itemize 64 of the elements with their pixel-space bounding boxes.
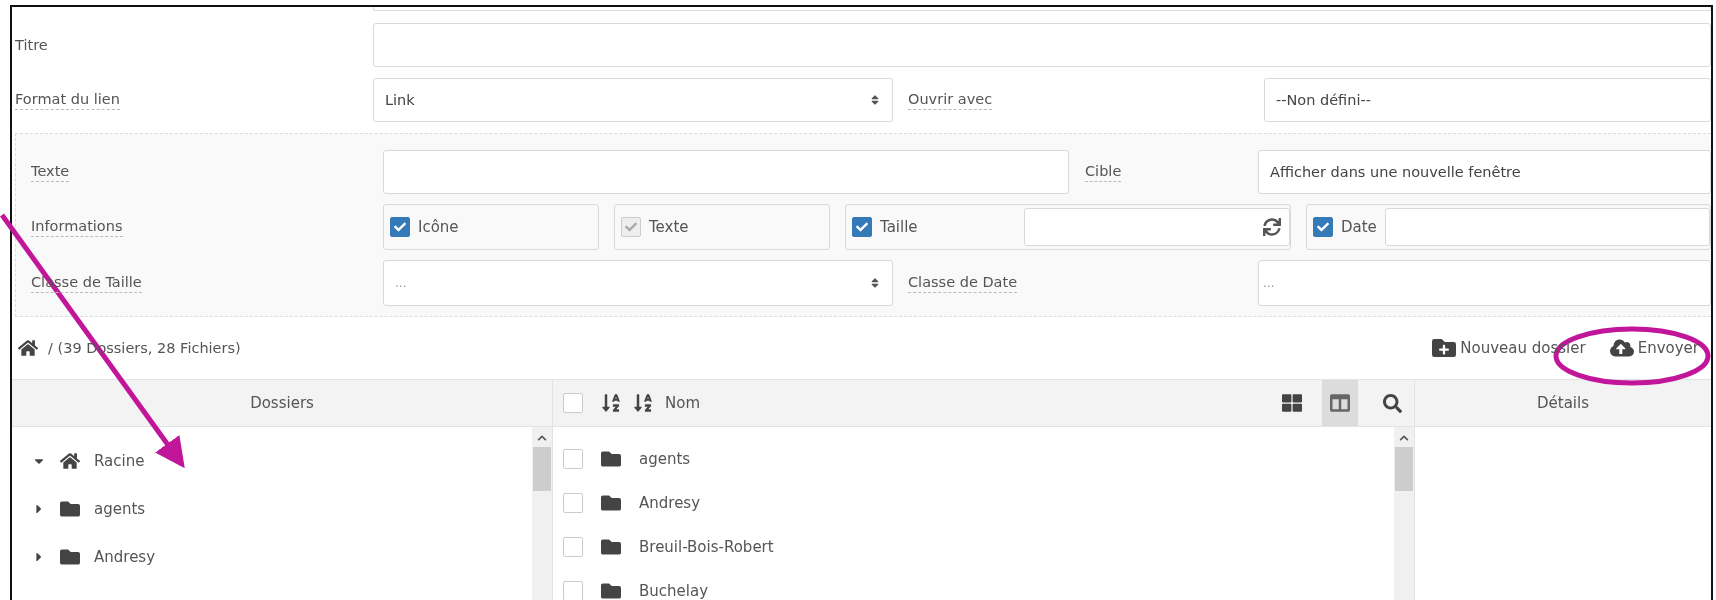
folder-item[interactable]: Andresy <box>94 548 156 566</box>
folder-icon <box>601 537 621 557</box>
folder-icon <box>60 547 80 567</box>
folder-item[interactable]: Racine <box>94 452 145 470</box>
field-label: Cible <box>1085 162 1122 182</box>
checkbox-label: Texte <box>649 218 689 236</box>
input-field[interactable] <box>1024 208 1290 246</box>
columns-icon <box>1330 393 1350 413</box>
checkbox-label: Taille <box>880 218 918 236</box>
checkbox[interactable] <box>563 537 583 557</box>
file-name[interactable]: Andresy <box>639 494 701 512</box>
checkbox-label: Icône <box>418 218 459 236</box>
scroll-up-icon[interactable] <box>1399 433 1409 443</box>
input-field[interactable] <box>1384 208 1710 246</box>
select-arrows-icon <box>869 277 881 289</box>
checkbox[interactable] <box>563 393 583 413</box>
field-label: Classe de Date <box>908 273 1018 293</box>
checkbox-label: Date <box>1341 218 1377 236</box>
scrollbar-thumb[interactable] <box>533 447 551 491</box>
checkbox[interactable] <box>852 217 872 237</box>
column-header: Détails <box>1537 394 1589 412</box>
checkbox[interactable] <box>563 581 583 600</box>
search-icon <box>1382 393 1402 413</box>
select-field[interactable]: Link <box>373 78 893 122</box>
scrollbar-thumb[interactable] <box>1395 447 1413 491</box>
field-label: Titre <box>15 35 48 55</box>
checkbox[interactable] <box>563 493 583 513</box>
column-header: Dossiers <box>250 394 314 412</box>
refresh-icon[interactable] <box>1263 218 1281 236</box>
folder-item[interactable]: agents <box>94 500 146 518</box>
scroll-up-icon[interactable] <box>537 433 547 443</box>
sort-icon[interactable] <box>601 393 621 413</box>
checkbox[interactable] <box>390 217 410 237</box>
field-label: Format du lien <box>15 90 120 110</box>
checkbox[interactable] <box>563 449 583 469</box>
input-field[interactable] <box>383 150 1069 194</box>
file-name[interactable]: Breuil-Bois-Robert <box>639 538 774 556</box>
column-header[interactable]: Nom <box>665 394 700 412</box>
folder-icon <box>601 581 621 600</box>
folder-plus-icon <box>1432 336 1457 360</box>
field-label: Ouvrir avec <box>908 90 993 110</box>
input-field[interactable] <box>373 23 1711 67</box>
home-icon <box>60 451 80 471</box>
select-field[interactable]: Afficher dans une nouvelle fenêtre <box>1258 150 1711 194</box>
columns-view-button[interactable] <box>1322 380 1358 426</box>
file-name[interactable]: agents <box>639 450 691 468</box>
home-icon[interactable] <box>18 338 38 358</box>
scrollbar[interactable] <box>1394 427 1414 600</box>
select-field[interactable]: --Non défini-- <box>1264 78 1711 122</box>
field-label: Texte <box>31 162 70 182</box>
scrollbar[interactable] <box>532 427 552 600</box>
grid-icon <box>1282 393 1302 413</box>
field-label: Informations <box>31 217 123 237</box>
upload-button[interactable]: Envoyer <box>1605 336 1703 360</box>
check-icon <box>1317 221 1329 233</box>
check-icon <box>856 221 868 233</box>
select-arrows-icon <box>869 94 881 106</box>
check-icon <box>394 221 406 233</box>
folder-icon <box>601 449 621 469</box>
sort-icon[interactable] <box>633 393 653 413</box>
folder-icon <box>601 493 621 513</box>
checkbox[interactable] <box>1313 217 1333 237</box>
file-name[interactable]: Buchelay <box>639 582 709 600</box>
folder-icon <box>60 499 80 519</box>
